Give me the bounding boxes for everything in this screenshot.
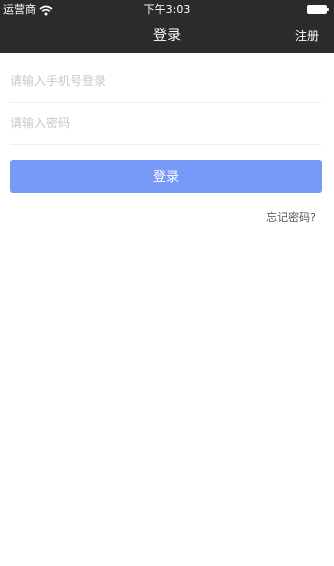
password-input[interactable] [10,101,321,144]
navigation-bar: 登录 注册 [0,20,334,53]
phone-field[interactable] [10,59,321,103]
status-bar: 运营商 下午3:03 [0,0,334,20]
status-time: 下午3:03 [143,3,191,16]
login-button[interactable]: 登录 [10,160,322,193]
page-title: 登录 [153,28,181,44]
forgot-password-link[interactable]: 忘记密码? [266,209,316,225]
battery-icon [307,5,329,14]
phone-input[interactable] [10,59,321,102]
password-field[interactable] [10,101,321,145]
register-button[interactable]: 注册 [295,20,319,53]
